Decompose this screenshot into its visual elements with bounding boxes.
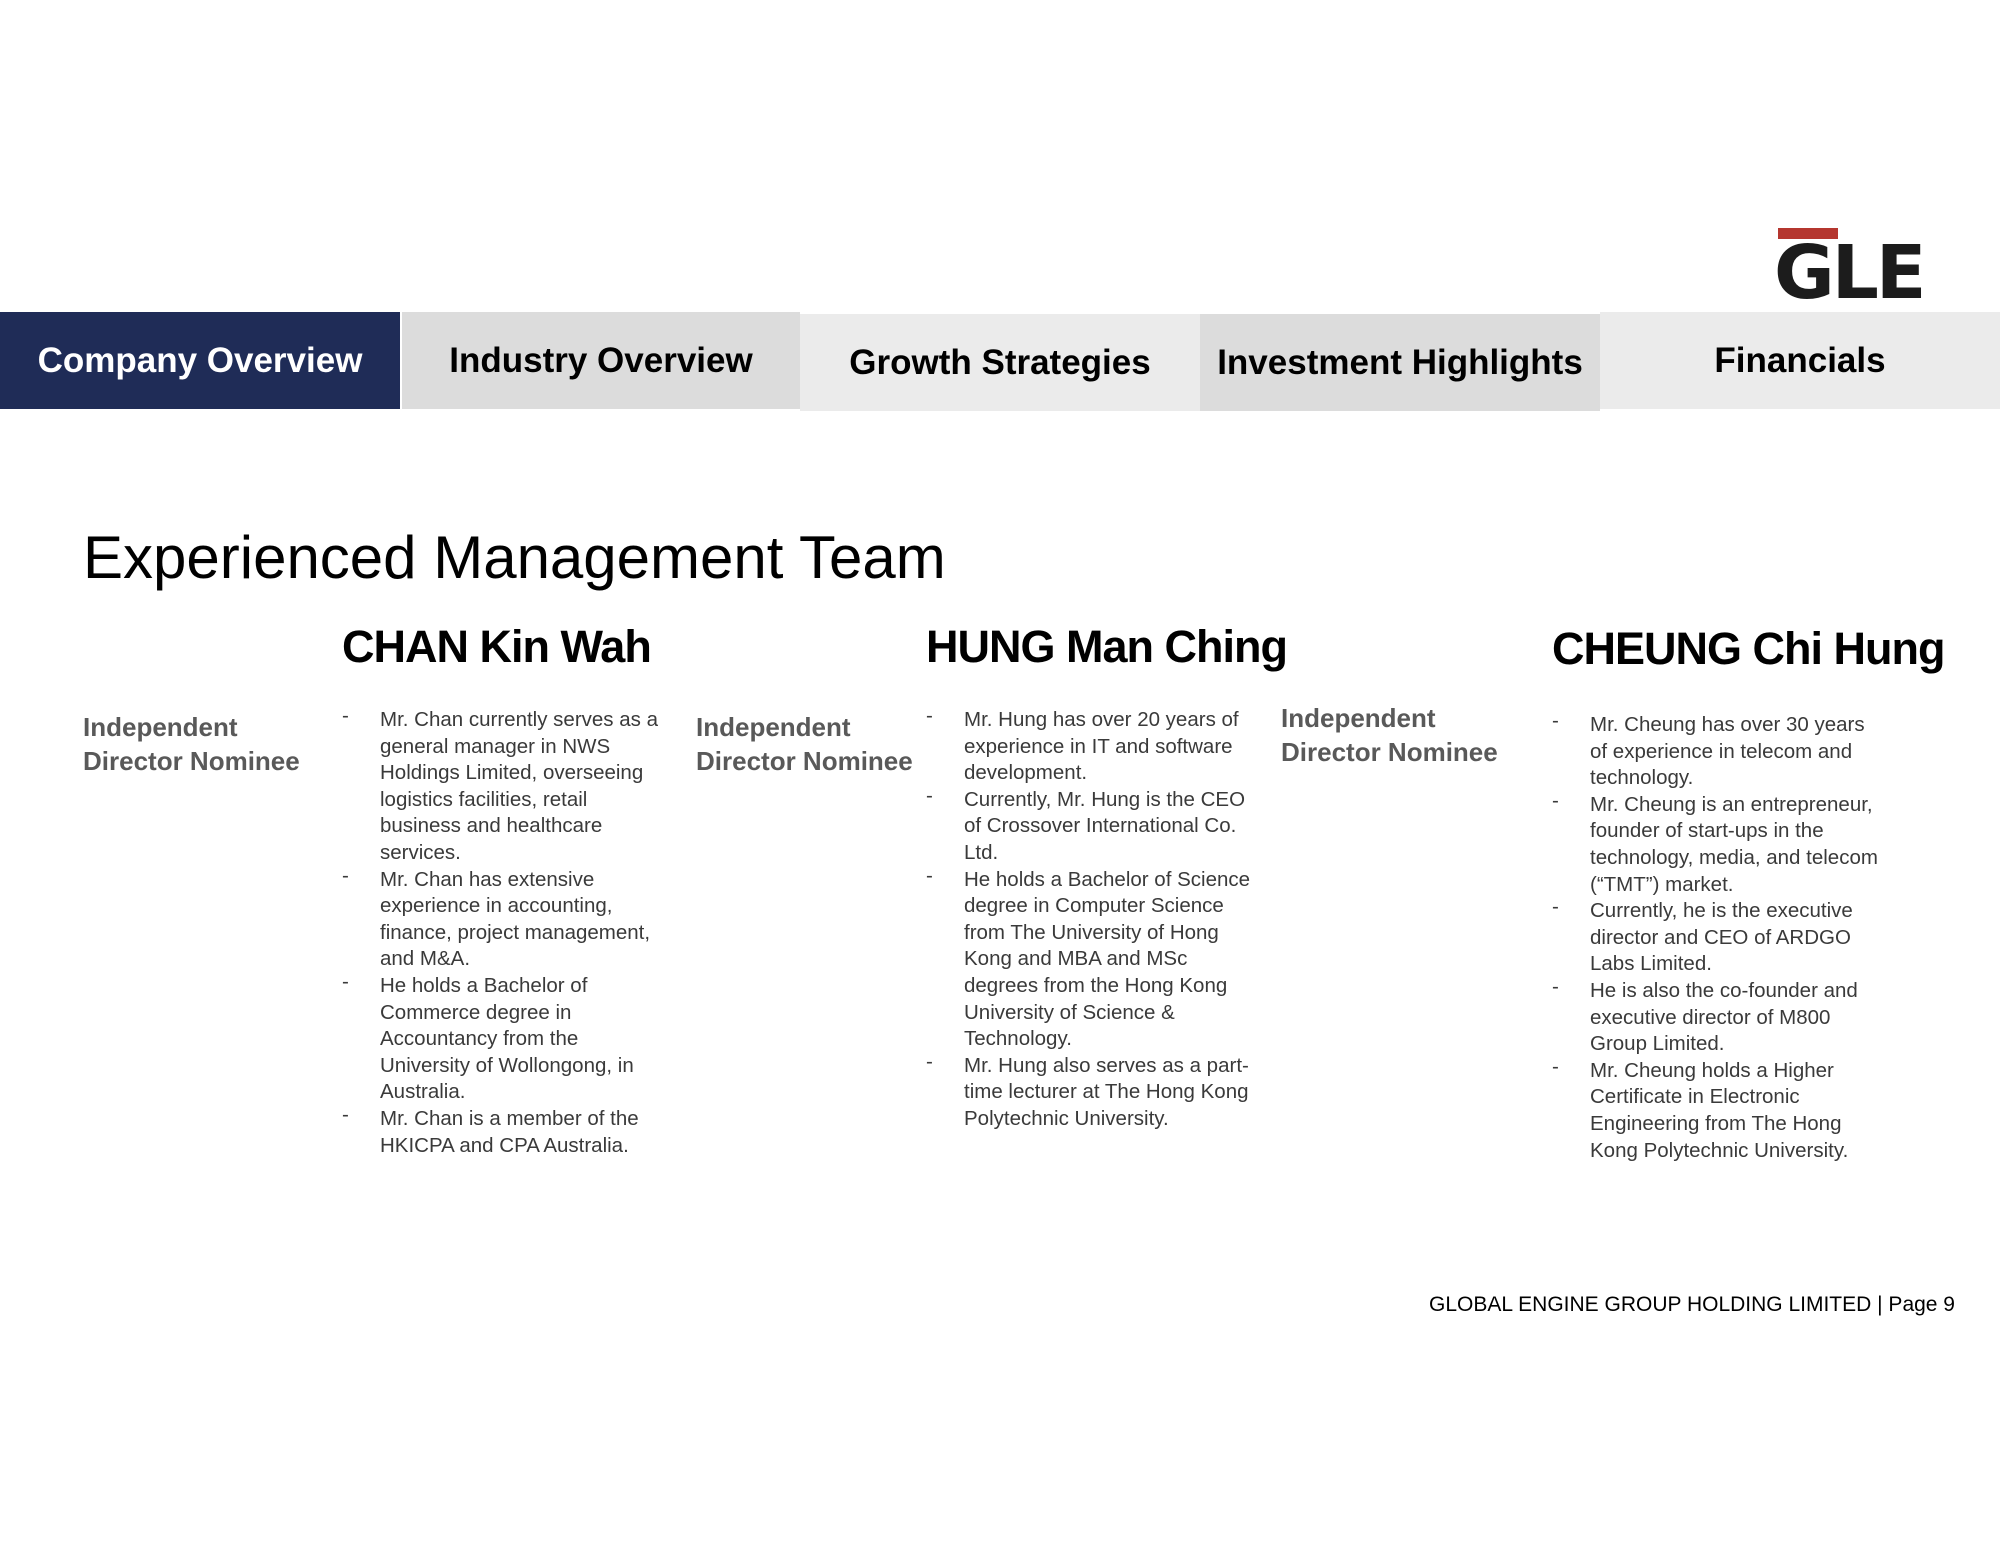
bio-item: Mr. Hung has over 20 years of experience… — [926, 703, 1261, 787]
tab-company-overview[interactable]: Company Overview — [0, 312, 400, 409]
bio-item: Mr. Chan has extensive experience in acc… — [342, 863, 662, 973]
person-name: CHAN Kin Wah — [342, 621, 652, 672]
section-nav: Company Overview Industry Overview Growt… — [0, 312, 2000, 411]
company-logo: GLE — [1774, 228, 1932, 310]
bio-item: Currently, he is the executive director … — [1552, 894, 1882, 978]
page-title: Experienced Management Team — [83, 524, 946, 591]
bio-item: He holds a Bachelor of Commerce degree i… — [342, 969, 662, 1106]
person-role: Independent Director Nominee — [696, 712, 913, 776]
bio-item: Mr. Cheung holds a Higher Certificate in… — [1552, 1054, 1882, 1164]
bio-item: Mr. Chan currently serves as a general m… — [342, 703, 662, 867]
bio-item: Currently, Mr. Hung is the CEO of Crosso… — [926, 783, 1261, 867]
bio-item: Mr. Cheung is an entrepreneur, founder o… — [1552, 788, 1882, 898]
person-role: Independent Director Nominee — [1281, 703, 1498, 767]
person-name: HUNG Man Ching — [926, 621, 1288, 672]
bio-item: Mr. Hung also serves as a part-time lect… — [926, 1049, 1261, 1133]
bio-item: He is also the co-founder and executive … — [1552, 974, 1882, 1058]
person-bio-list: Mr. Hung has over 20 years of experience… — [926, 703, 1261, 1133]
page-footer: GLOBAL ENGINE GROUP HOLDING LIMITED | Pa… — [1429, 1293, 1955, 1316]
logo-text: GLE — [1774, 230, 1926, 316]
tab-investment-highlights[interactable]: Investment Highlights — [1200, 314, 1600, 411]
tab-industry-overview[interactable]: Industry Overview — [402, 312, 800, 409]
bio-item: Mr. Chan is a member of the HKICPA and C… — [342, 1102, 662, 1159]
bio-item: He holds a Bachelor of Science degree in… — [926, 863, 1261, 1053]
person-role: Independent Director Nominee — [83, 712, 300, 776]
person-bio-list: Mr. Chan currently serves as a general m… — [342, 703, 662, 1159]
person-name: CHEUNG Chi Hung — [1552, 623, 1945, 674]
person-bio-list: Mr. Cheung has over 30 years of experien… — [1552, 708, 1882, 1164]
bio-item: Mr. Cheung has over 30 years of experien… — [1552, 708, 1882, 792]
tab-financials[interactable]: Financials — [1600, 312, 2000, 409]
tab-growth-strategies[interactable]: Growth Strategies — [800, 314, 1200, 411]
